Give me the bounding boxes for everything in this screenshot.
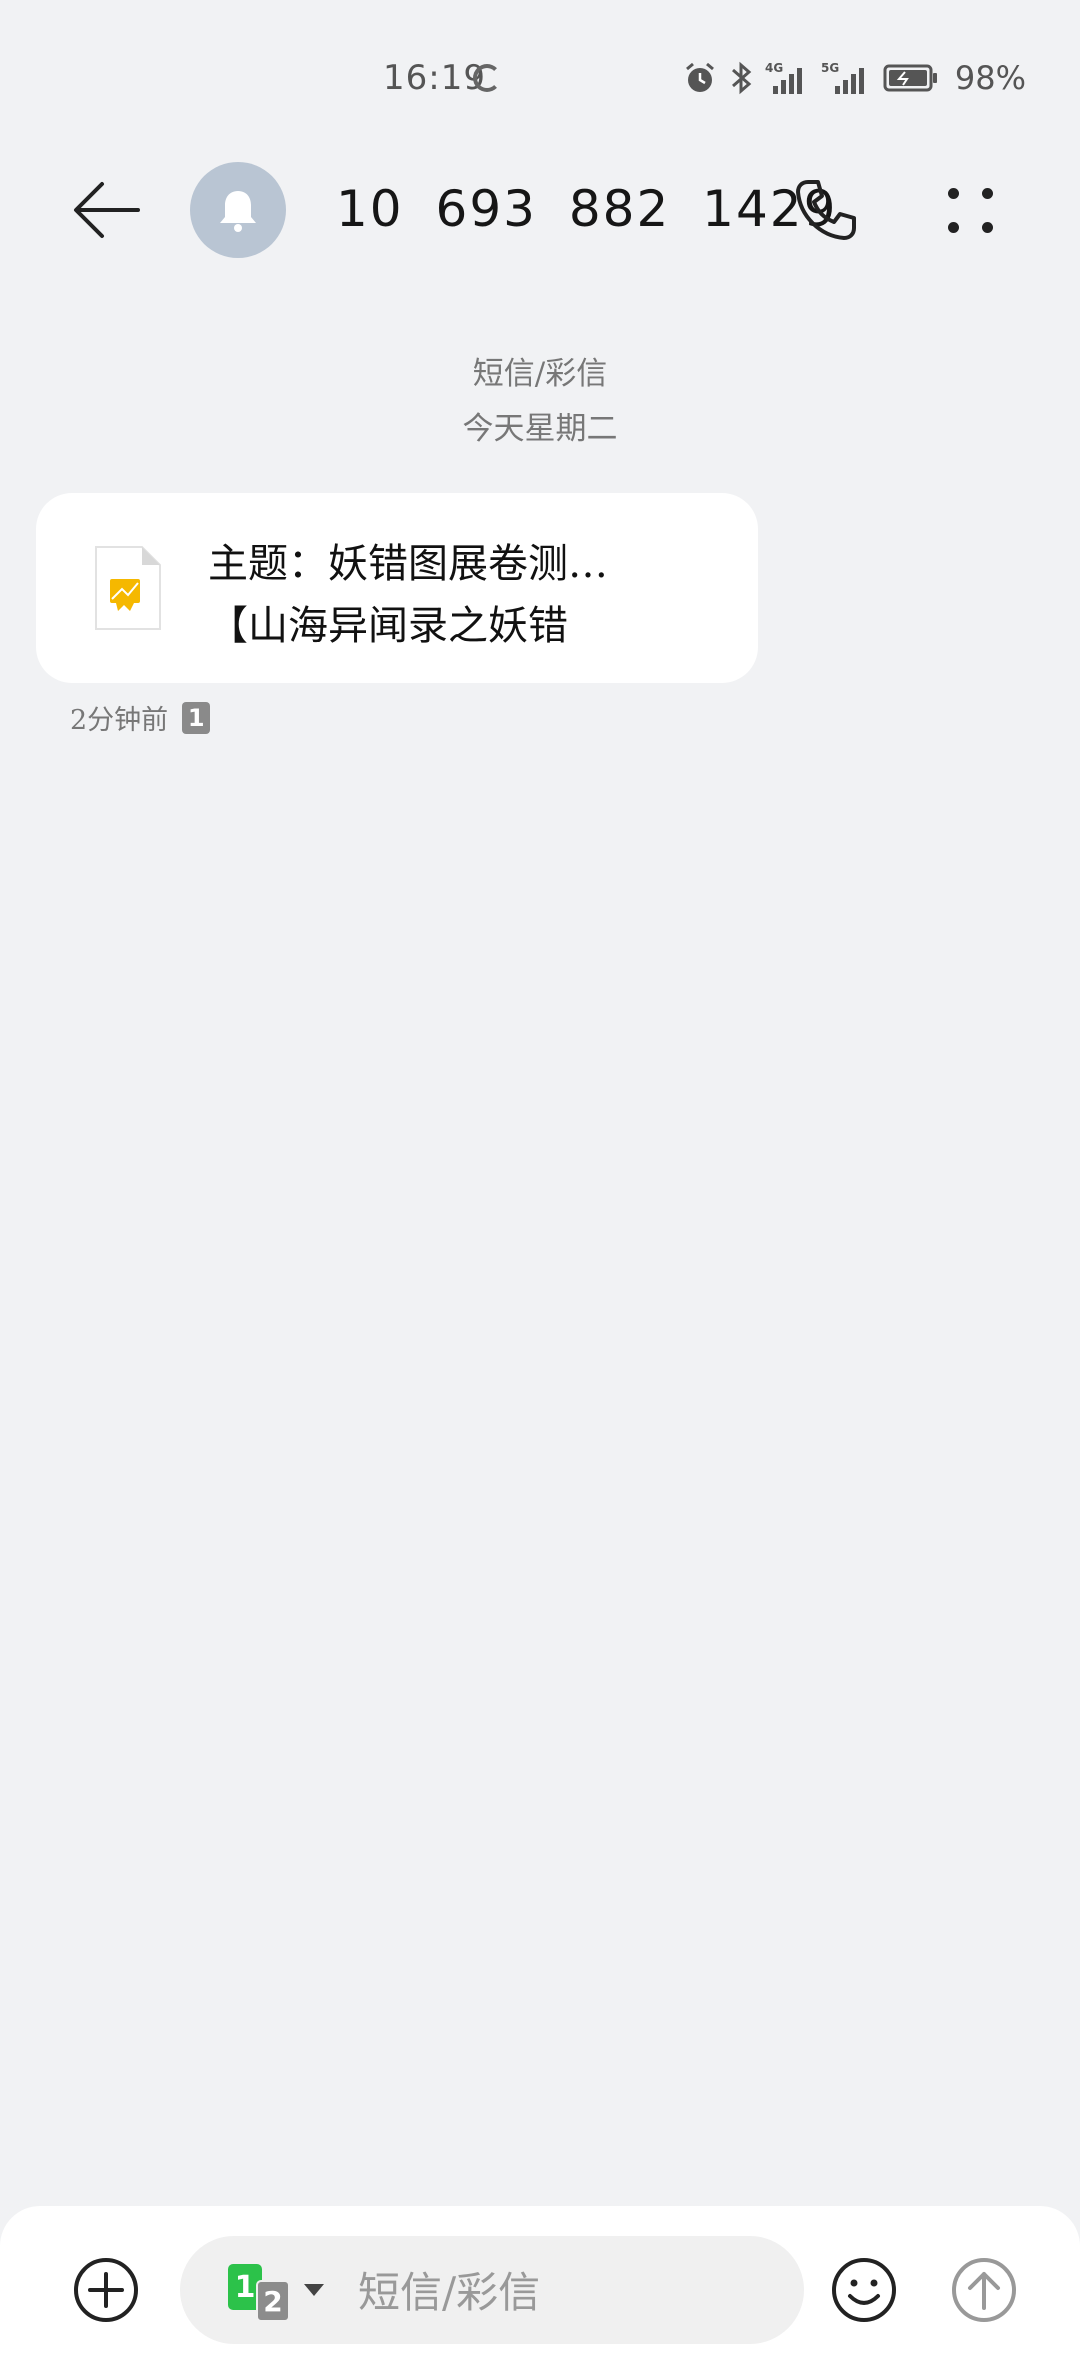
message-subject: 主题：妖错图展卷测… xyxy=(208,541,608,587)
status-icons: 4G 5G 98% xyxy=(683,56,1026,100)
attachment-thumbnail[interactable] xyxy=(94,545,162,631)
arrow-left-icon xyxy=(74,182,140,238)
message-composer: 1 2 xyxy=(0,2206,1080,2376)
compose-field: 1 2 xyxy=(180,2236,804,2344)
plus-circle-icon xyxy=(74,2258,138,2322)
sim-badge: 1 xyxy=(182,701,211,734)
file-image-icon xyxy=(95,546,161,630)
conversation-type-label: 短信/彩信 xyxy=(472,356,608,392)
messaging-screen: 16:19 4G 5G 98% 10 693 882 1429 短信/彩信 今天… xyxy=(0,0,1080,2376)
sim-selector[interactable]: 1 2 xyxy=(228,2262,328,2322)
call-button[interactable] xyxy=(792,176,860,244)
battery-percent: 98% xyxy=(954,59,1026,97)
status-time: 16:19 xyxy=(383,58,486,98)
message-time: 2分钟前 xyxy=(70,705,169,736)
signal-4g-icon: 4G xyxy=(765,61,802,94)
message-meta: 2分钟前 1 xyxy=(70,698,211,737)
loading-icon xyxy=(473,64,501,92)
bluetooth-icon xyxy=(731,61,752,95)
contact-avatar[interactable] xyxy=(190,162,286,258)
phone-icon xyxy=(796,180,856,240)
battery-icon xyxy=(883,64,937,92)
bell-icon xyxy=(220,191,256,232)
more-options-button[interactable] xyxy=(940,180,1000,240)
caret-down-icon xyxy=(304,2284,324,2296)
emoji-button[interactable] xyxy=(830,2256,898,2324)
message-input[interactable] xyxy=(358,2262,778,2322)
sim-2-badge: 2 xyxy=(256,2280,290,2322)
status-bar: 16:19 4G 5G 98% xyxy=(0,0,1080,150)
signal-5g-icon: 5G xyxy=(821,61,864,94)
svg-text:5G: 5G xyxy=(821,61,839,75)
back-button[interactable] xyxy=(72,178,142,242)
arrow-up-circle-icon xyxy=(952,2258,1016,2322)
message-bubble[interactable]: 主题：妖错图展卷测… 【山海异闻录之妖错 xyxy=(36,493,758,683)
send-button[interactable] xyxy=(950,2256,1018,2324)
svg-text:4G: 4G xyxy=(765,61,783,75)
smiley-icon xyxy=(832,2258,896,2322)
conversation-header: 10 693 882 1429 xyxy=(0,150,1080,270)
contact-number[interactable]: 10 693 882 1429 xyxy=(336,180,837,238)
add-attachment-button[interactable] xyxy=(72,2256,140,2324)
message-preview: 【山海异闻录之妖错 xyxy=(208,603,568,649)
more-dot xyxy=(982,222,993,233)
more-dot xyxy=(948,222,959,233)
more-dot xyxy=(948,188,959,199)
more-dot xyxy=(982,188,993,199)
alarm-icon xyxy=(685,62,714,92)
conversation-date-label: 今天星期二 xyxy=(462,411,618,447)
